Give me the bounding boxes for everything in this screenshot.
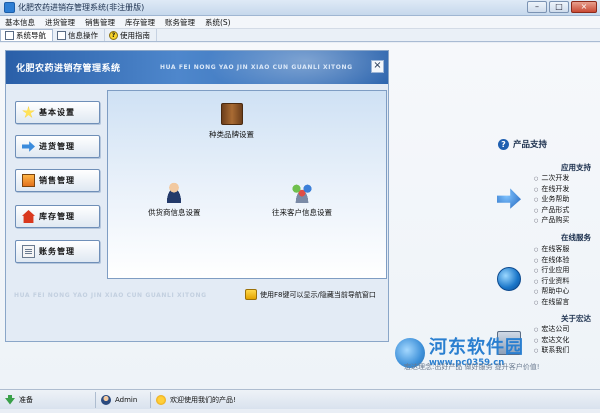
link-item[interactable]: 在线客服 [534, 245, 569, 256]
tab-label: 使用指南 [120, 30, 150, 40]
section-title-app-support: 应用支持 [561, 163, 591, 172]
window-title: 化肥农药进销存管理系统(非注册版) [18, 3, 145, 12]
button-label: 账务管理 [39, 247, 75, 256]
menu-sales[interactable]: 销售管理 [80, 17, 120, 28]
section-title-about: 关于宏达 [561, 314, 591, 323]
window-controls: – □ × [527, 1, 597, 13]
link-item[interactable]: 在线开发 [534, 185, 569, 196]
tab-user-guide[interactable]: ? 使用指南 [105, 29, 157, 41]
title-bar: 化肥农药进销存管理系统(非注册版) – □ × [0, 0, 600, 16]
feature-label: 供货商信息设置 [148, 208, 201, 217]
promo-text: 宏达理念:出好产品 做好服务 提升客户价值! [404, 363, 540, 371]
welcome-icon [156, 394, 166, 405]
inventory-management-button[interactable]: 库存管理 [15, 205, 100, 228]
customer-info-settings[interactable]: 往来客户信息设置 [272, 181, 332, 218]
button-label: 销售管理 [39, 176, 75, 185]
about-list: 宏达公司 宏达文化 联系我们 [534, 325, 569, 357]
link-item[interactable]: 产品形式 [534, 206, 569, 217]
link-item[interactable]: 业务帮助 [534, 195, 569, 206]
supplier-info-settings[interactable]: 供货商信息设置 [148, 181, 201, 218]
tab-system-nav[interactable]: 系统导航 [0, 29, 53, 41]
tab-label: 系统导航 [16, 31, 46, 40]
app-support-list: 二次开发 在线开发 业务帮助 产品形式 产品购买 [534, 174, 569, 227]
menu-purchase[interactable]: 进货管理 [40, 17, 80, 28]
feature-label: 种类品牌设置 [209, 130, 254, 139]
star-icon [22, 106, 35, 118]
status-user: Admin [96, 391, 151, 408]
menu-bar: 基本信息 进货管理 销售管理 库存管理 账务管理 系统(S) [0, 16, 600, 29]
link-item[interactable]: 联系我们 [534, 346, 569, 357]
status-user-text: Admin [115, 395, 138, 404]
purchase-management-button[interactable]: 进货管理 [15, 135, 100, 158]
people-icon [291, 181, 313, 203]
nav-footer-text: HUA FEI NONG YAO JIN XIAO CUN GUANLI XIT… [14, 292, 207, 299]
hint-icon [245, 289, 257, 300]
globe-icon [497, 267, 521, 291]
navigation-panel: 化肥农药进销存管理系统 HUA FEI NONG YAO JIN XIAO CU… [5, 50, 389, 342]
watermark-name: 河东软件园 [429, 337, 524, 358]
download-arrow-icon [5, 394, 15, 405]
document-icon [22, 245, 35, 258]
link-item[interactable]: 宏达公司 [534, 325, 569, 336]
status-welcome-text: 欢迎使用我们的产品! [170, 395, 236, 404]
button-label: 基本设置 [39, 108, 75, 117]
nav-hint: 使用F8键可以显示/隐藏当前导航窗口 [245, 289, 376, 300]
arrow-icon [22, 141, 35, 152]
link-item[interactable]: 宏达文化 [534, 336, 569, 347]
nav-title: 化肥农药进销存管理系统 [16, 64, 121, 74]
status-bar: 准备 Admin 欢迎使用我们的产品! [0, 389, 600, 409]
button-label: 进货管理 [39, 142, 75, 151]
sales-management-button[interactable]: 销售管理 [15, 169, 100, 192]
nav-close-button[interactable]: × [371, 60, 384, 73]
menu-accounts[interactable]: 账务管理 [160, 17, 200, 28]
tab-bar: 系统导航 信息操作 ? 使用指南 [0, 29, 600, 42]
minimize-button[interactable]: – [527, 1, 547, 13]
accounts-management-button[interactable]: 账务管理 [15, 240, 100, 263]
link-item[interactable]: 行业应用 [534, 266, 569, 277]
hint-text: 使用F8键可以显示/隐藏当前导航窗口 [260, 290, 376, 299]
support-header: ? 产品支持 [498, 138, 547, 150]
button-label: 库存管理 [39, 212, 75, 221]
menu-system[interactable]: 系统(S) [200, 17, 236, 28]
status-ready: 准备 [0, 391, 96, 408]
info-icon [57, 30, 66, 40]
support-title: 产品支持 [513, 140, 548, 150]
user-icon [101, 394, 111, 405]
online-service-list: 在线客服 在线体验 行业应用 行业资料 帮助中心 在线留言 [534, 245, 569, 309]
nav-subtitle: HUA FEI NONG YAO JIN XIAO CUN GUANLI XIT… [160, 64, 353, 71]
house-icon [22, 210, 35, 223]
menu-inventory[interactable]: 库存管理 [120, 17, 160, 28]
link-item[interactable]: 帮助中心 [534, 287, 569, 298]
menu-basic-info[interactable]: 基本信息 [0, 17, 40, 28]
link-item[interactable]: 在线体验 [534, 256, 569, 267]
maximize-button[interactable]: □ [549, 1, 569, 13]
tab-info-ops[interactable]: 信息操作 [53, 29, 105, 41]
link-item[interactable]: 在线留言 [534, 298, 569, 309]
feature-area: 种类品牌设置 供货商信息设置 往来客户信息设置 [107, 90, 387, 279]
app-icon [4, 2, 15, 13]
book-icon [220, 103, 243, 125]
feature-label: 往来客户信息设置 [272, 208, 332, 217]
link-item[interactable]: 二次开发 [534, 174, 569, 185]
nav-header: 化肥农药进销存管理系统 HUA FEI NONG YAO JIN XIAO CU… [6, 51, 388, 84]
section-title-online-service: 在线服务 [561, 233, 591, 242]
status-welcome: 欢迎使用我们的产品! [151, 392, 600, 408]
close-button[interactable]: × [571, 1, 597, 13]
monitor-icon [22, 174, 35, 187]
status-ready-text: 准备 [19, 395, 33, 404]
person-icon [163, 181, 186, 203]
nav-icon [5, 31, 14, 40]
help-icon: ? [109, 30, 118, 40]
arrow-support-icon [497, 188, 521, 209]
link-item[interactable]: 行业资料 [534, 277, 569, 288]
category-brand-settings[interactable]: 种类品牌设置 [209, 103, 254, 140]
link-item[interactable]: 产品购买 [534, 216, 569, 227]
tab-label: 信息操作 [68, 30, 98, 40]
question-icon: ? [498, 138, 509, 150]
basic-settings-button[interactable]: 基本设置 [15, 101, 100, 124]
